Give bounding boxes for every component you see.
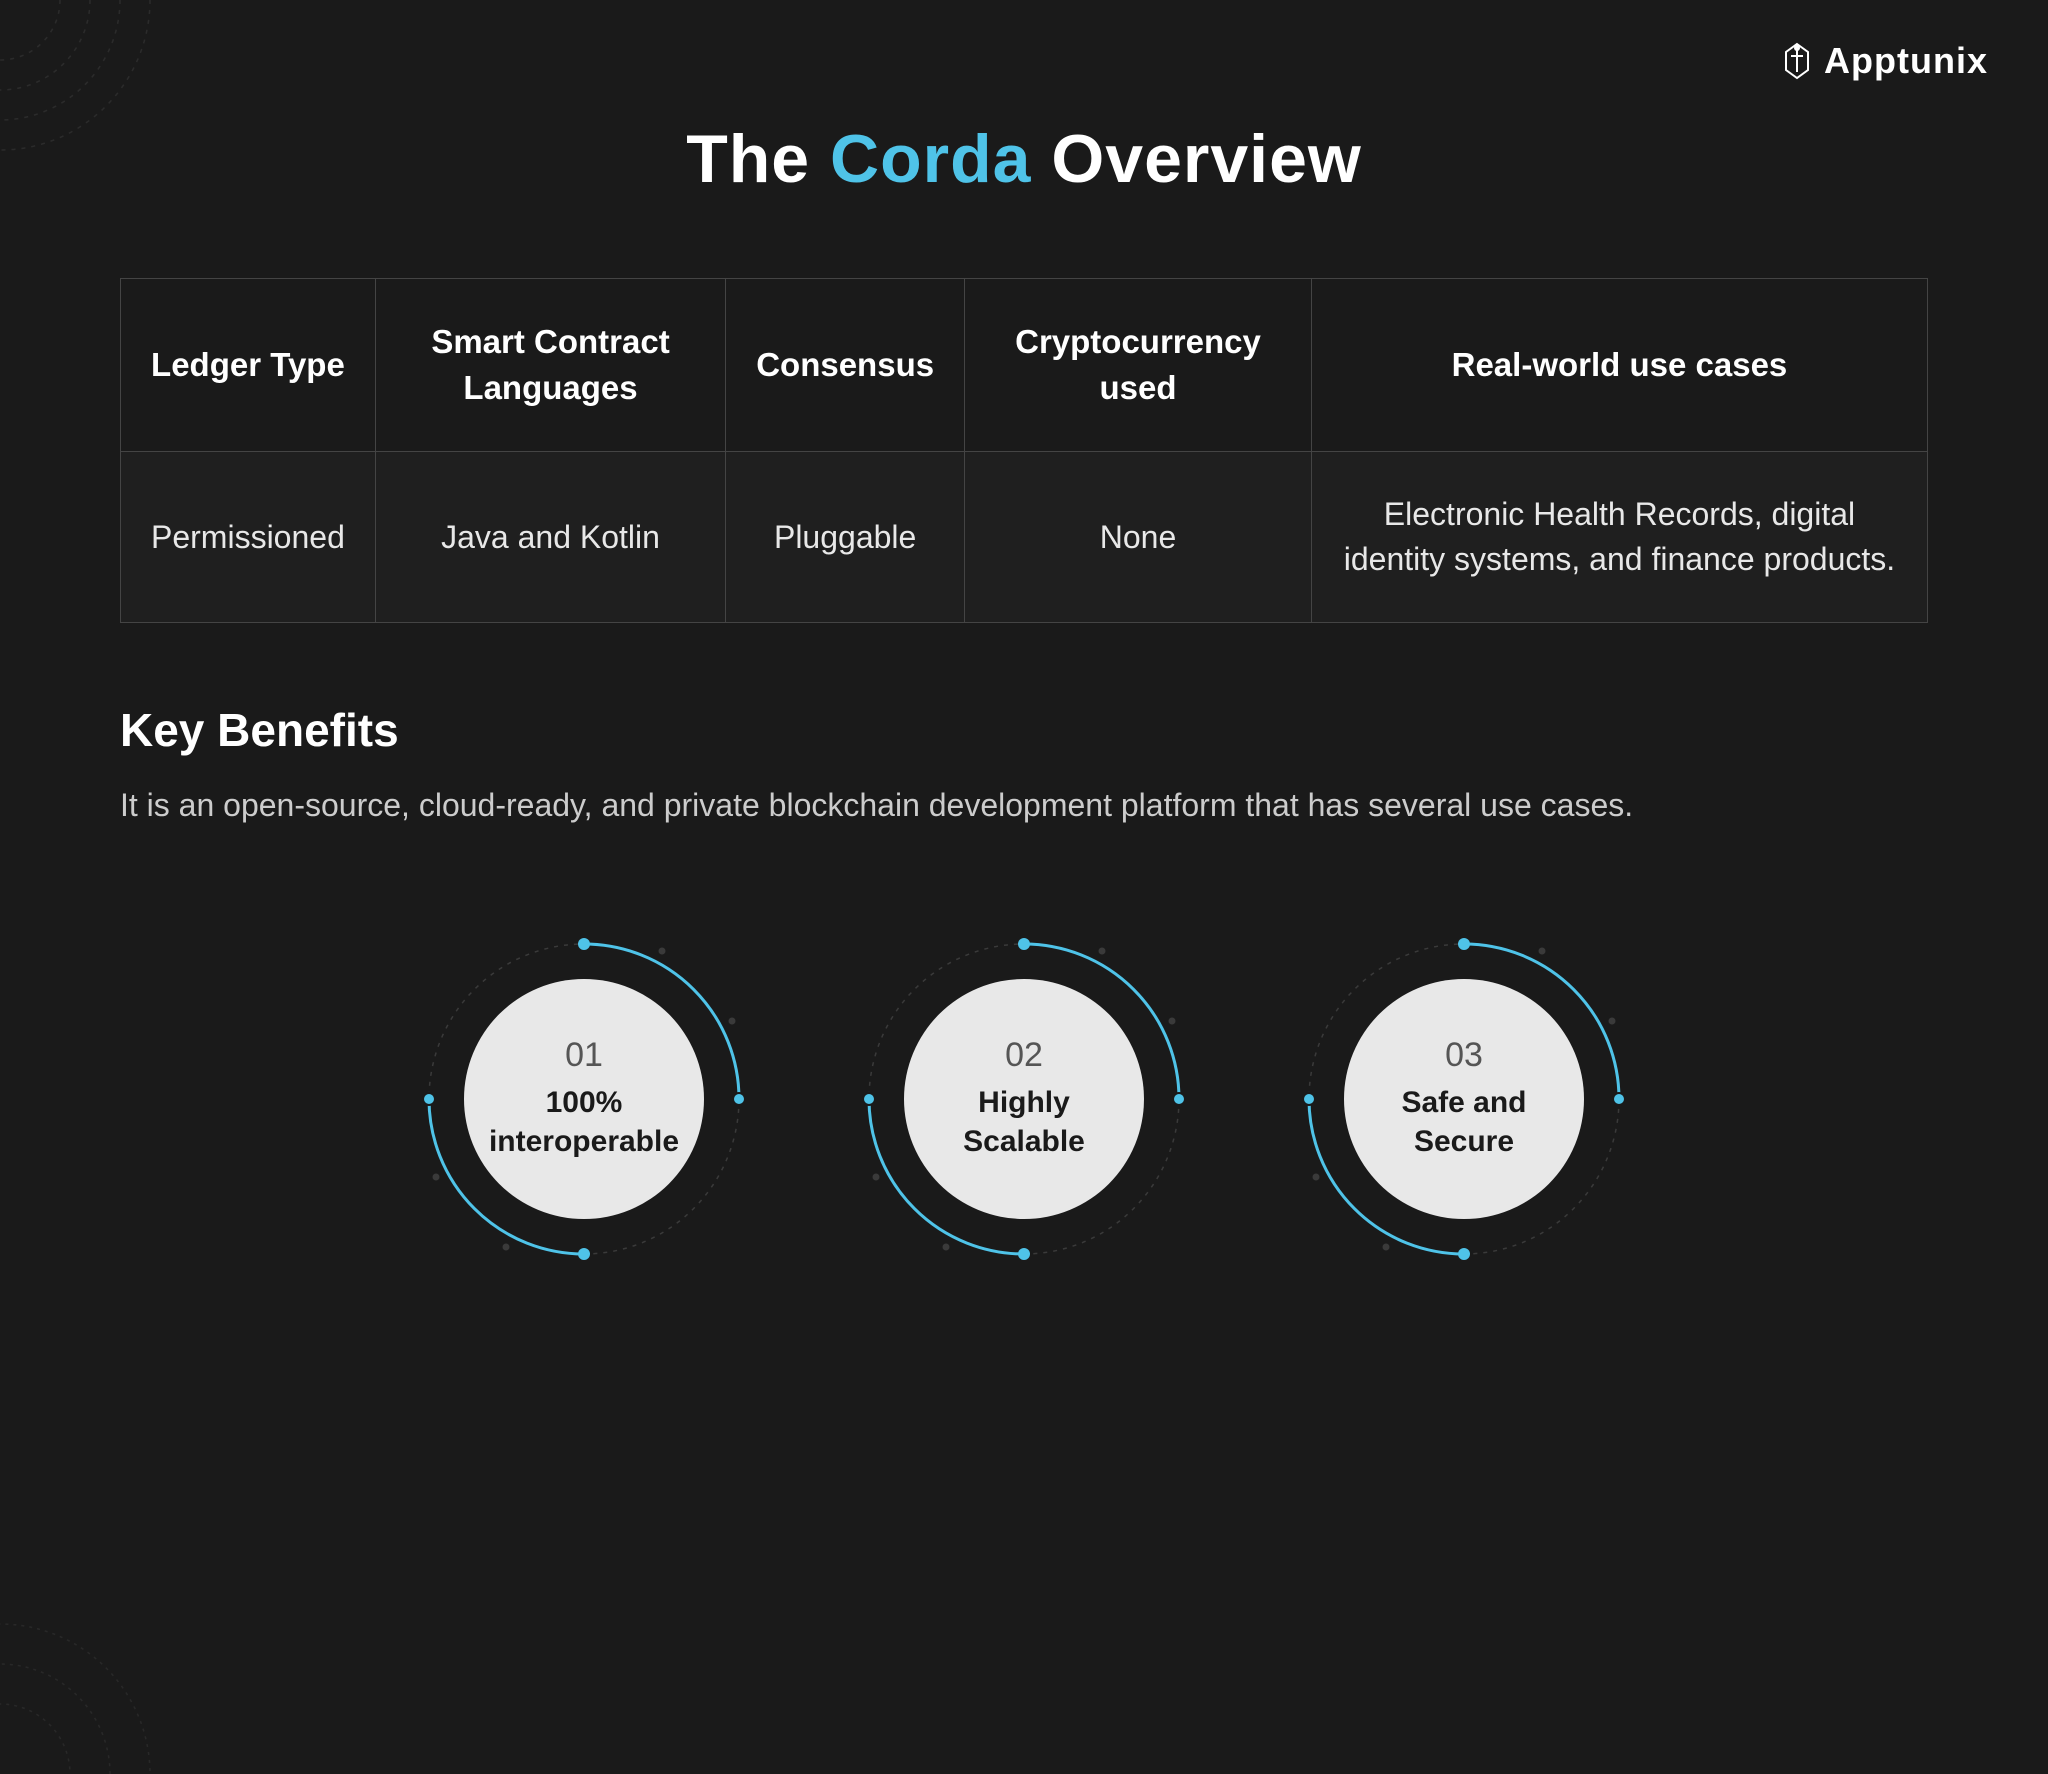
logo-icon [1778,42,1816,80]
benefit-inner-2: 02 HighlyScalable [904,979,1144,1219]
key-benefits-description: It is an open-source, cloud-ready, and p… [120,781,1928,829]
benefit-number-2: 02 [1005,1036,1043,1075]
logo: Apptunix [1778,40,1988,82]
overview-table: Ledger Type Smart Contract Languages Con… [120,278,1928,623]
benefit-number-3: 03 [1445,1036,1483,1075]
cell-ledger-type: Permissioned [121,452,376,623]
cell-smart-contract: Java and Kotlin [375,452,725,623]
col-cryptocurrency: Cryptocurrency used [965,279,1312,452]
col-smart-contract: Smart Contract Languages [375,279,725,452]
main-content: The Corda Overview Ledger Type Smart Con… [0,0,2048,1369]
key-benefits-title: Key Benefits [120,703,1928,757]
benefit-label-1: 100%interoperable [473,1083,695,1161]
benefit-item-3: 03 Safe andSecure [1294,929,1634,1269]
page-title: The Corda Overview [120,120,1928,198]
col-ledger-type: Ledger Type [121,279,376,452]
title-suffix: Overview [1031,121,1361,197]
title-prefix: The [686,121,830,197]
key-benefits-section: Key Benefits It is an open-source, cloud… [120,703,1928,1289]
benefit-item-1: 01 100%interoperable [414,929,754,1269]
benefit-label-3: Safe andSecure [1385,1083,1542,1161]
col-consensus: Consensus [726,279,965,452]
benefit-number-1: 01 [565,1036,603,1075]
cell-cryptocurrency: None [965,452,1312,623]
benefit-item-2: 02 HighlyScalable [854,929,1194,1269]
table-row: Permissioned Java and Kotlin Pluggable N… [121,452,1928,623]
title-highlight: Corda [830,121,1031,197]
benefit-inner-1: 01 100%interoperable [464,979,704,1219]
cell-use-cases: Electronic Health Records, digital ident… [1311,452,1927,623]
col-use-cases: Real-world use cases [1311,279,1927,452]
benefit-inner-3: 03 Safe andSecure [1344,979,1584,1219]
deco-bottom-left [0,1554,180,1774]
table-header-row: Ledger Type Smart Contract Languages Con… [121,279,1928,452]
benefits-row: 01 100%interoperable [120,909,1928,1289]
logo-text: Apptunix [1824,40,1988,82]
deco-top-left [0,0,180,180]
cell-consensus: Pluggable [726,452,965,623]
benefit-label-2: HighlyScalable [947,1083,1101,1161]
